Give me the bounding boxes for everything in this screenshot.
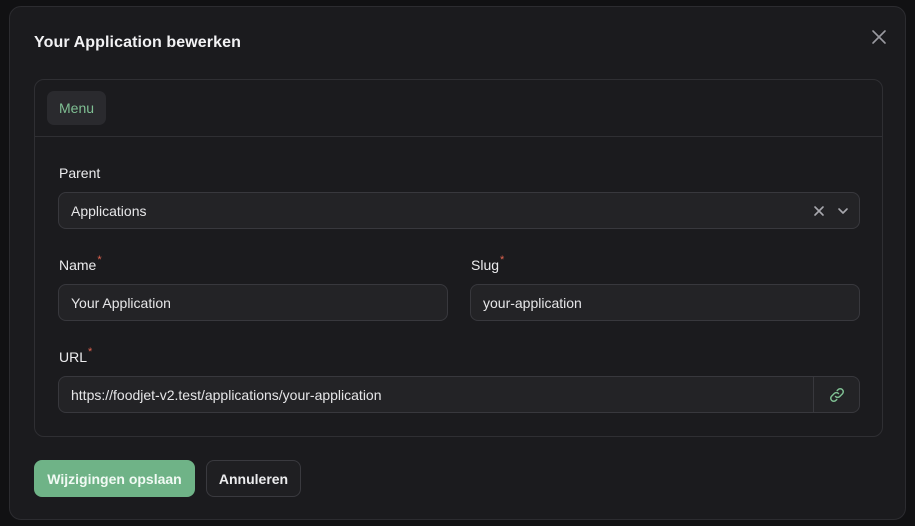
slug-input[interactable] [471, 285, 859, 320]
modal-title: Your Application bewerken [34, 34, 241, 51]
name-label-text: Name [59, 257, 97, 273]
open-url-button[interactable] [813, 377, 859, 412]
url-input[interactable] [59, 377, 815, 412]
clear-x-icon [814, 205, 824, 216]
url-label-text: URL [59, 349, 88, 365]
clear-button[interactable] [813, 205, 825, 217]
parent-label-text: Parent [59, 165, 101, 181]
slug-label-text: Slug [471, 257, 500, 273]
tab-menu[interactable]: Menu [47, 91, 107, 125]
slug-field[interactable] [470, 284, 860, 321]
parent-select-value: Applications [71, 202, 147, 219]
cancel-button[interactable]: Annuleren [206, 460, 301, 497]
chevron-down-icon [838, 207, 848, 214]
required-mark: * [97, 254, 102, 266]
edit-modal: Your Application bewerken Menu Parent Ap… [9, 6, 906, 520]
close-icon [872, 30, 886, 44]
parent-label: Parent [59, 165, 100, 181]
slug-label: Slug* [471, 254, 505, 273]
name-input[interactable] [59, 285, 447, 320]
required-mark: * [500, 254, 505, 266]
name-label: Name* [59, 254, 102, 273]
link-icon [829, 387, 844, 402]
tabs-bar: Menu [35, 80, 882, 137]
url-field[interactable] [58, 376, 860, 413]
form-card: Menu Parent Applications Name* Your Appl… [34, 79, 883, 437]
parent-select-controls [813, 193, 849, 228]
dropdown-toggle[interactable] [837, 205, 849, 217]
parent-select[interactable]: Applications [58, 192, 860, 229]
required-mark: * [88, 346, 93, 358]
close-button[interactable] [866, 24, 892, 50]
name-field[interactable] [58, 284, 448, 321]
save-button[interactable]: Wijzigingen opslaan [34, 460, 195, 497]
url-label: URL* [59, 346, 93, 365]
